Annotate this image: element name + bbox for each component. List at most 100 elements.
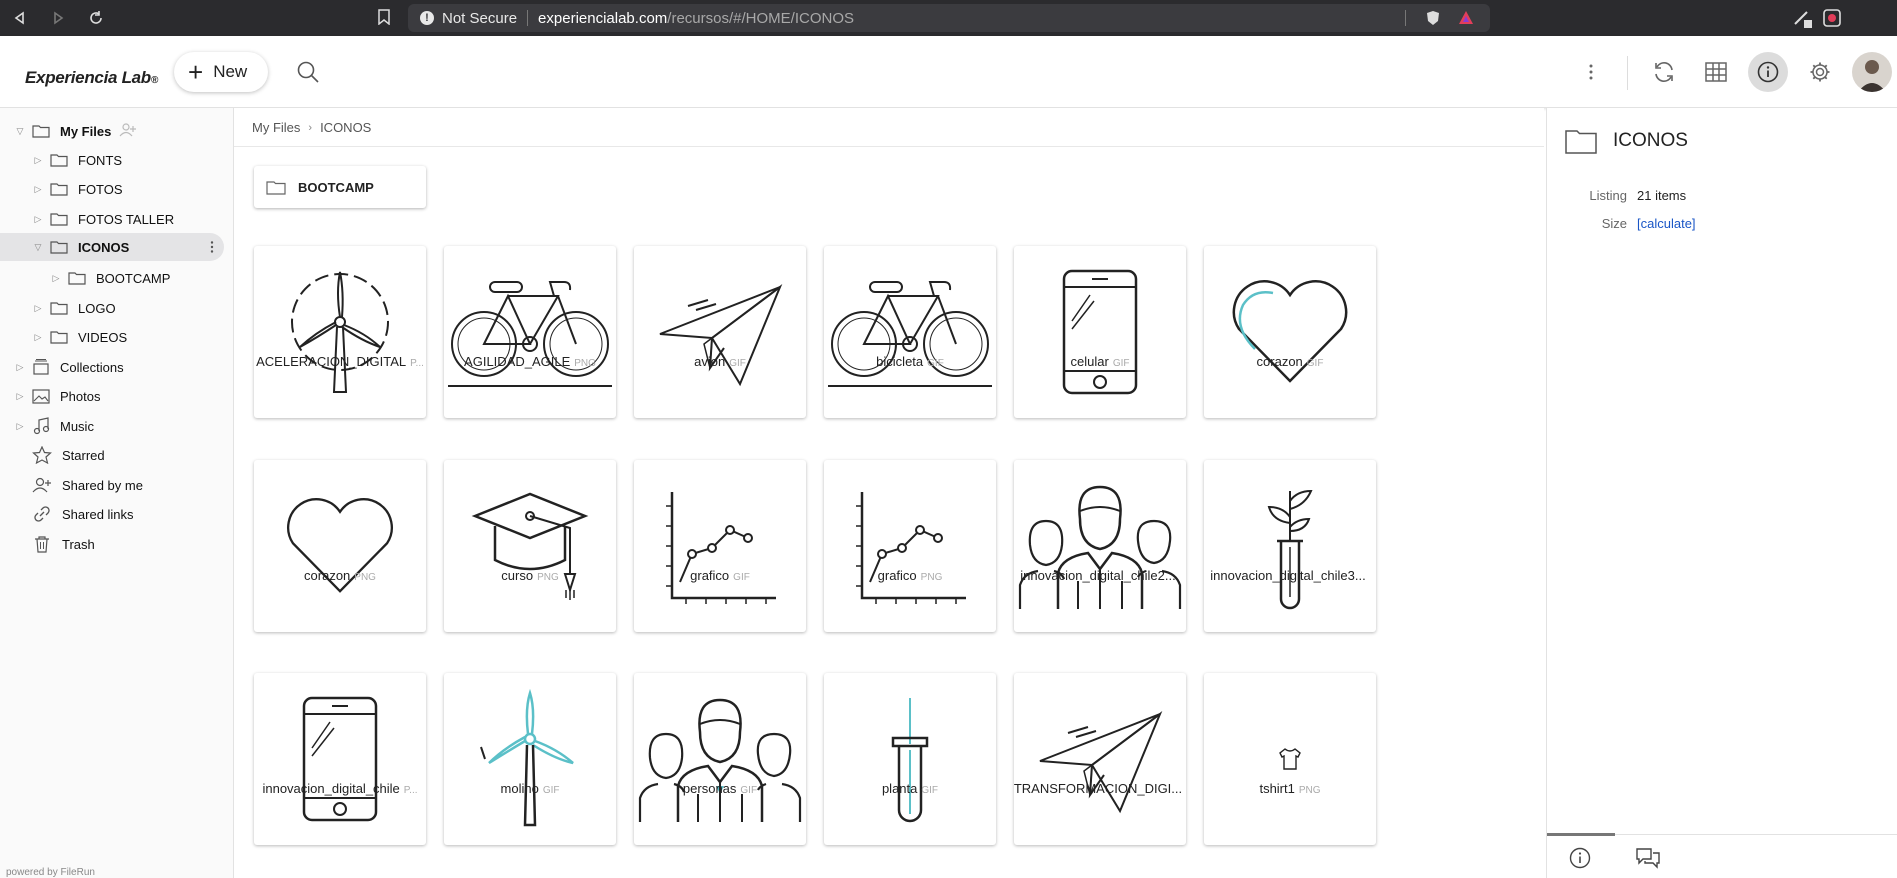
file-ext: GIF — [927, 358, 944, 369]
bookmark-icon[interactable] — [378, 9, 390, 30]
new-button[interactable]: + New — [174, 52, 268, 92]
chevron-right-icon[interactable]: ▷ — [32, 184, 44, 195]
calculate-size-link[interactable]: [calculate] — [1637, 216, 1696, 231]
chevron-right-icon[interactable]: ▷ — [14, 362, 26, 373]
chevron-right-icon[interactable]: ▷ — [14, 421, 26, 432]
size-label: Size — [1601, 216, 1627, 231]
sidebar-item-photos[interactable]: ▷ Photos — [14, 382, 101, 410]
chevron-right-icon[interactable]: ▷ — [14, 391, 26, 402]
breadcrumb-current[interactable]: ICONOS — [320, 120, 371, 135]
sidebar-item-bootcamp[interactable]: ▷ BOOTCAMP — [50, 264, 171, 292]
more-vert-icon[interactable] — [1571, 52, 1611, 92]
file-thumbnail[interactable] — [824, 673, 996, 845]
file-name-text: personas — [682, 781, 737, 796]
file-thumbnail[interactable] — [824, 246, 996, 418]
file-name[interactable]: molino GIF — [435, 781, 625, 796]
add-user-icon[interactable] — [119, 122, 137, 140]
file-thumbnail[interactable] — [254, 673, 426, 845]
chevron-down-icon[interactable]: ▽ — [32, 242, 44, 253]
sidebar-item-iconos[interactable]: ▽ ICONOS — [0, 233, 224, 261]
sidebar-item-videos[interactable]: ▷ VIDEOS — [32, 323, 128, 351]
sidebar-item-fotos[interactable]: ▷ FOTOS — [32, 175, 123, 203]
file-name[interactable]: innovacion_digital_chile P... — [245, 781, 435, 796]
extension-pen-icon[interactable] — [1792, 8, 1812, 33]
file-name[interactable]: corazon GIF — [1195, 354, 1385, 369]
file-thumbnail[interactable] — [634, 460, 806, 632]
file-thumbnail[interactable] — [1204, 246, 1376, 418]
folder-tile-bootcamp[interactable]: BOOTCAMP — [254, 166, 426, 208]
settings-gear-icon[interactable] — [1800, 52, 1840, 92]
chevron-right-icon[interactable]: ▷ — [32, 332, 44, 343]
file-name[interactable]: tshirt1 PNG — [1195, 781, 1385, 796]
sidebar-item-fotos-taller[interactable]: ▷ FOTOS TALLER — [32, 205, 175, 233]
chevron-down-icon[interactable]: ▽ — [14, 126, 26, 137]
file-thumbnail[interactable] — [1014, 246, 1186, 418]
sidebar-item-label: LOGO — [78, 300, 116, 316]
file-thumbnail[interactable] — [1204, 673, 1376, 845]
user-avatar[interactable] — [1852, 52, 1892, 92]
sidebar-item-music[interactable]: ▷ Music — [14, 412, 94, 440]
file-name[interactable]: corazon PNG — [245, 568, 435, 583]
info-icon[interactable] — [1748, 52, 1788, 92]
brave-shield-icon[interactable] — [1426, 10, 1440, 30]
more-vert-icon[interactable] — [210, 241, 214, 256]
sidebar-item-shared-links[interactable]: Shared links — [26, 500, 134, 528]
file-thumbnail[interactable] — [1204, 460, 1376, 632]
breadcrumb-root[interactable]: My Files — [252, 120, 300, 135]
file-name-text: corazon — [304, 568, 351, 583]
sidebar-item-label: My Files — [60, 123, 112, 139]
sidebar-item-trash[interactable]: Trash — [26, 530, 95, 558]
tab-comments-icon[interactable] — [1635, 847, 1661, 874]
chevron-right-icon[interactable]: ▷ — [50, 273, 62, 284]
folder-name: BOOTCAMP — [298, 179, 374, 195]
file-thumbnail[interactable] — [444, 460, 616, 632]
file-thumbnail[interactable] — [444, 246, 616, 418]
file-thumbnail[interactable] — [254, 460, 426, 632]
sidebar-item-shared-by-me[interactable]: Shared by me — [26, 471, 143, 499]
back-icon[interactable] — [6, 4, 34, 32]
extension-puzzle-icon[interactable] — [1822, 8, 1842, 33]
file-name[interactable]: innovacion_digital_chile3... — [1195, 568, 1385, 583]
chevron-right-icon[interactable]: ▷ — [32, 155, 44, 166]
grid-view-icon[interactable] — [1696, 52, 1736, 92]
file-name[interactable]: personas GIF — [625, 781, 815, 796]
file-name[interactable]: curso PNG — [435, 568, 625, 583]
sidebar-item-my-files[interactable]: ▽ My Files — [14, 117, 224, 145]
sidebar-item-collections[interactable]: ▷ Collections — [14, 353, 124, 381]
refresh-icon[interactable] — [1644, 52, 1684, 92]
graduation-cap-icon — [471, 492, 589, 600]
file-name[interactable]: AGILIDAD_AGILE PNG — [435, 354, 625, 369]
file-name[interactable]: grafico PNG — [815, 568, 1005, 583]
app-logo[interactable]: Experiencia Lab® — [25, 68, 158, 88]
file-name[interactable]: celular GIF — [1005, 354, 1195, 369]
trash-icon — [32, 535, 52, 553]
file-thumbnail[interactable] — [634, 673, 806, 845]
file-name[interactable]: planta GIF — [815, 781, 1005, 796]
plant-tube-icon — [1267, 489, 1313, 610]
file-thumbnail[interactable] — [254, 246, 426, 418]
file-name[interactable]: TRANSFORMACION_DIGI... — [1005, 781, 1195, 796]
file-thumbnail[interactable] — [444, 673, 616, 845]
chevron-right-icon[interactable]: ▷ — [32, 214, 44, 225]
sidebar-item-fonts[interactable]: ▷ FONTS — [32, 146, 123, 174]
sidebar-item-logo[interactable]: ▷ LOGO — [32, 294, 116, 322]
file-thumbnail[interactable] — [1014, 673, 1186, 845]
search-icon[interactable] — [296, 60, 320, 89]
file-name[interactable]: ACELERACION_DIGITAL P... — [245, 354, 435, 369]
file-name[interactable]: bicicleta GIF — [815, 354, 1005, 369]
file-thumbnail[interactable] — [824, 460, 996, 632]
rewards-icon[interactable] — [1458, 10, 1474, 30]
tab-info-icon[interactable] — [1569, 847, 1591, 874]
file-name[interactable]: avion GIF — [625, 354, 815, 369]
file-ext: P... — [403, 785, 418, 796]
address-bar[interactable]: ! Not Secure experiencialab.com /recurso… — [408, 4, 1490, 32]
file-name[interactable]: innovacion_digital_chile2... — [1005, 568, 1195, 583]
chevron-right-icon[interactable]: ▷ — [32, 303, 44, 314]
forward-icon[interactable] — [44, 4, 72, 32]
sidebar-item-starred[interactable]: Starred — [26, 441, 105, 469]
file-thumbnail[interactable] — [1014, 460, 1186, 632]
file-name[interactable]: grafico GIF — [625, 568, 815, 583]
reload-icon[interactable] — [82, 4, 110, 32]
file-thumbnail[interactable] — [634, 246, 806, 418]
powered-by-text[interactable]: powered by FileRun — [6, 867, 95, 878]
